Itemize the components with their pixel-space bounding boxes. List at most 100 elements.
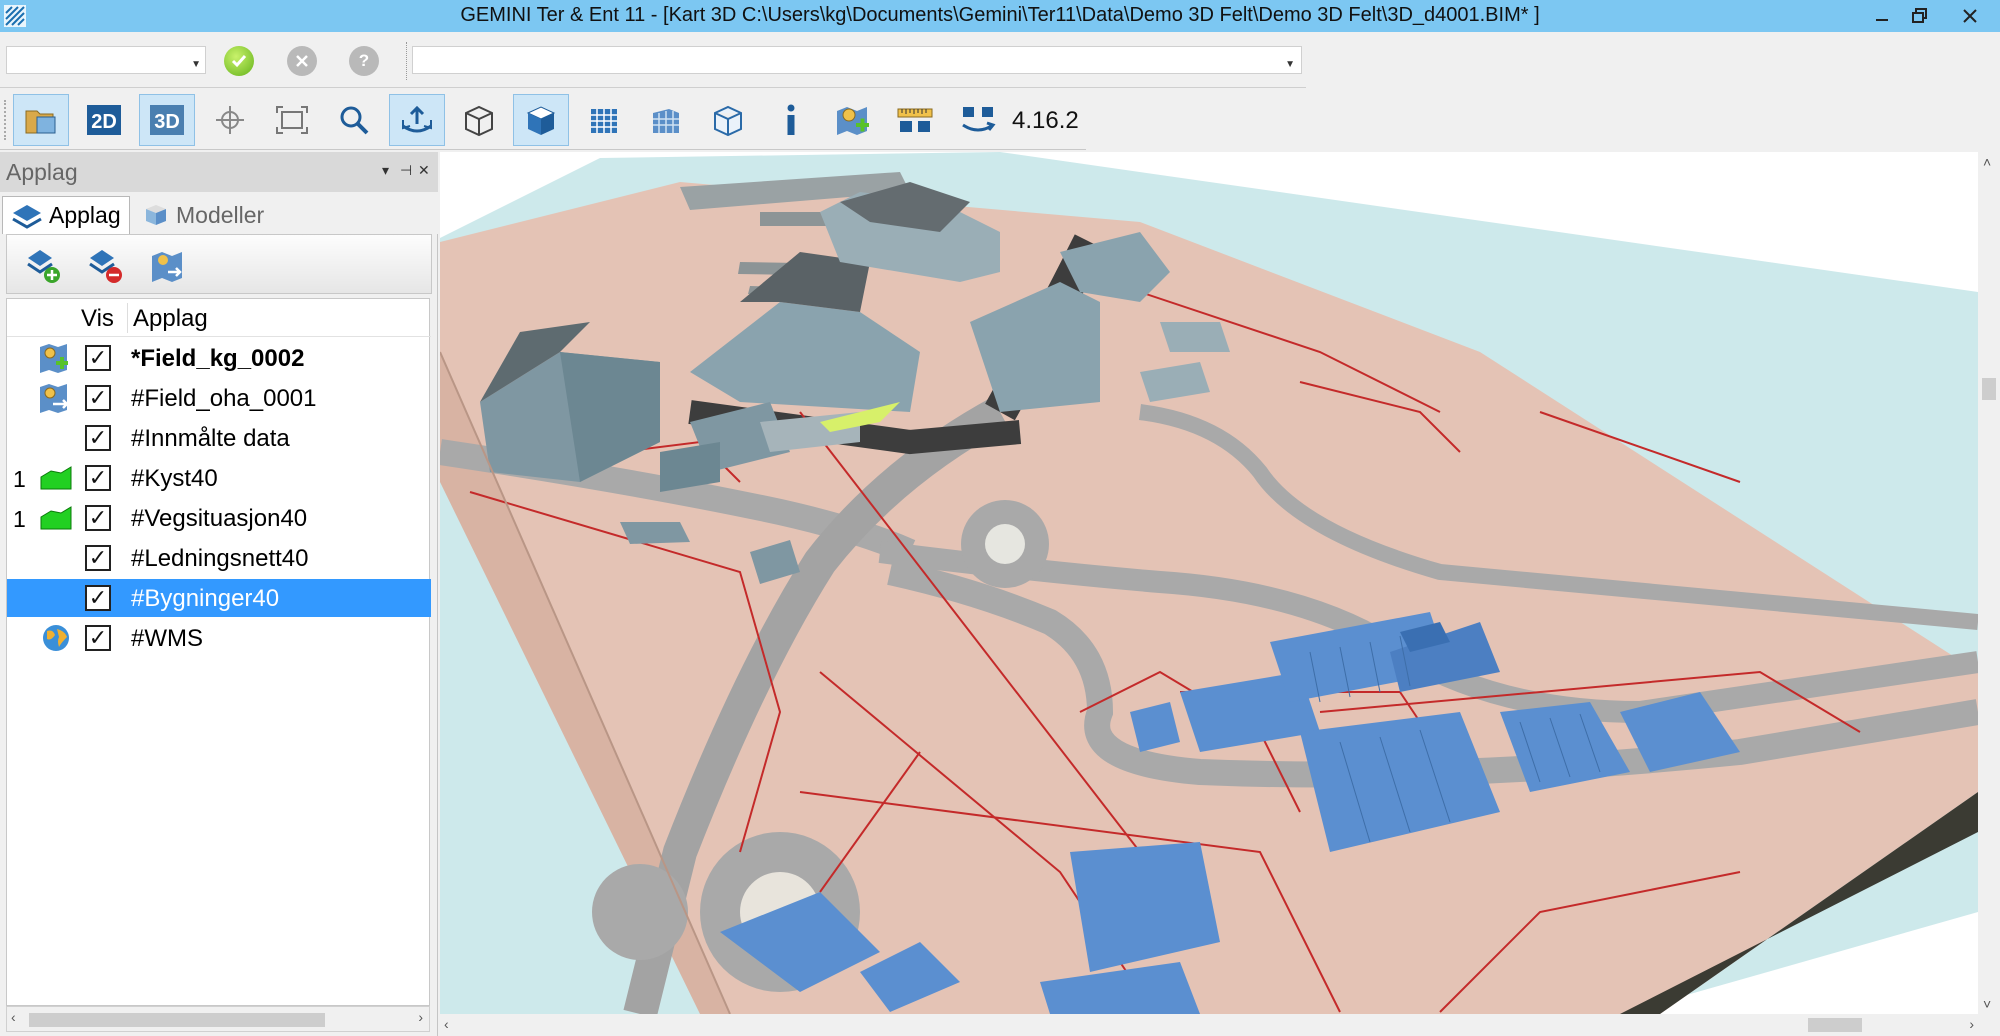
panel-title: Applag [6, 159, 78, 185]
scroll-right-icon[interactable]: › [418, 1009, 423, 1025]
visibility-checkbox[interactable]: ✓ [85, 425, 111, 451]
layer-list: Vis Applag ✓ *Field_kg_0002 ✓ #Field_oha… [6, 298, 431, 1006]
layer-panel: Applag ▾ ⊣ ✕ Applag Modeller Vis Applag … [0, 152, 438, 1036]
layer-properties-button[interactable] [149, 247, 187, 285]
field-link-icon [40, 384, 69, 413]
rotate-view-button[interactable] [389, 94, 445, 146]
swap-level-button[interactable] [950, 94, 1006, 146]
layer-add-icon [27, 250, 60, 283]
map-horizontal-scrollbar[interactable]: ‹ › [440, 1014, 2000, 1036]
title-bar: GEMINI Ter & Ent 11 - [Kart 3D C:\Users\… [0, 0, 2000, 32]
view-2d-button[interactable]: 2D [76, 94, 132, 146]
add-layer-button[interactable] [25, 247, 63, 285]
building-grid-icon [591, 109, 617, 133]
scroll-left-icon[interactable]: ‹ [444, 1016, 449, 1032]
box-outline-button[interactable] [700, 94, 756, 146]
visibility-checkbox[interactable]: ✓ [85, 585, 111, 611]
layer-row[interactable]: 1 ✓ #Vegsituasjon40 [7, 499, 431, 537]
toolbar-grip[interactable] [4, 100, 8, 140]
map-pin-add-icon [837, 107, 869, 135]
layer-number: 1 [13, 506, 26, 532]
map-canvas[interactable] [440, 152, 1978, 1014]
layer-row[interactable]: ✓ #WMS [7, 619, 431, 657]
tab-modeller[interactable]: Modeller [134, 196, 272, 234]
window-title: GEMINI Ter & Ent 11 - [Kart 3D C:\Users\… [460, 4, 1540, 26]
center-button[interactable] [202, 94, 258, 146]
view-3d-button[interactable]: 3D [139, 94, 195, 146]
add-field-layer-button[interactable] [825, 94, 881, 146]
layer-name: #Kyst40 [131, 465, 218, 492]
zoom-button[interactable] [326, 94, 382, 146]
visibility-checkbox[interactable]: ✓ [85, 345, 111, 371]
zoom-extent-icon [276, 106, 308, 134]
column-name[interactable]: Applag [133, 305, 208, 333]
divider [406, 42, 408, 80]
close-button[interactable] [1940, 0, 2000, 32]
visibility-checkbox[interactable]: ✓ [85, 385, 111, 411]
field-edit-icon [40, 344, 68, 373]
tab-applag[interactable]: Applag [2, 196, 130, 234]
cancel-button[interactable] [287, 46, 317, 76]
column-divider[interactable] [127, 303, 128, 333]
version-label: 4.16.2 [1012, 107, 1079, 134]
info-icon [787, 104, 795, 135]
crosshair-icon [216, 106, 244, 134]
layer-row-selected[interactable]: ✓ #Bygninger40 [7, 579, 431, 617]
scroll-right-icon[interactable]: › [1969, 1016, 1974, 1032]
command-bar: ▼ ? ▼ [0, 32, 1306, 88]
pin-icon[interactable]: ⊣ [400, 162, 412, 179]
map-3d-view[interactable]: ˄ ˅ ‹ › [440, 152, 2000, 1036]
info-button[interactable] [763, 94, 819, 146]
panel-menu-icon[interactable]: ▾ [382, 162, 389, 179]
roundabout [592, 864, 688, 960]
horizontal-scrollbar[interactable]: ‹ › [6, 1006, 430, 1032]
minimize-icon [1876, 19, 1888, 21]
cube-solid-icon [526, 106, 556, 135]
tab-modeller-label: Modeller [176, 201, 265, 228]
remove-layer-button[interactable] [87, 247, 125, 285]
command-combo[interactable]: ▼ [6, 46, 206, 74]
close-icon[interactable]: ✕ [418, 162, 430, 179]
solid-box-button[interactable] [513, 94, 569, 146]
visibility-checkbox[interactable]: ✓ [85, 465, 111, 491]
layer-name: #WMS [131, 625, 203, 652]
layer-name: *Field_kg_0002 [131, 345, 305, 372]
map-vertical-scrollbar[interactable]: ˄ ˅ [1978, 152, 2000, 1014]
scroll-up-icon[interactable]: ˄ [1983, 154, 1991, 170]
layer-row[interactable]: ✓ #Ledningsnett40 [7, 539, 431, 577]
building-3d-button[interactable] [638, 94, 694, 146]
scroll-down-icon[interactable]: ˅ [1983, 996, 1991, 1012]
open-folder-button[interactable] [13, 94, 69, 146]
building-grid-button[interactable] [576, 94, 632, 146]
dropdown-arrow-icon[interactable]: ▼ [191, 59, 201, 70]
measure-button[interactable] [887, 94, 943, 146]
dropdown-arrow-icon[interactable]: ▼ [1285, 59, 1295, 70]
scroll-thumb[interactable] [29, 1013, 325, 1027]
scroll-thumb[interactable] [1808, 1018, 1862, 1032]
wireframe-box-button[interactable] [451, 94, 507, 146]
visibility-checkbox[interactable]: ✓ [85, 625, 111, 651]
visibility-checkbox[interactable]: ✓ [85, 545, 111, 571]
layer-row[interactable]: ✓ #Field_oha_0001 [7, 379, 431, 417]
confirm-button[interactable] [224, 46, 254, 76]
visibility-checkbox[interactable]: ✓ [85, 505, 111, 531]
zoom-extent-button[interactable] [264, 94, 320, 146]
command-input[interactable]: ▼ [412, 46, 1302, 74]
layer-remove-icon [89, 250, 122, 283]
terrain-green-icon [40, 466, 72, 490]
layer-row[interactable]: ✓ #Innmålte data [7, 419, 431, 457]
building-3d-icon [653, 109, 679, 133]
question-icon: ? [358, 51, 370, 70]
column-vis[interactable]: Vis [81, 305, 114, 333]
restore-button[interactable] [1898, 0, 1942, 32]
layer-row[interactable]: ✓ *Field_kg_0002 [7, 339, 431, 377]
btn-2d-label: 2D [91, 111, 117, 133]
rotate-icon [402, 105, 432, 133]
main-toolbar: 2D 3D 4.16.2 [0, 90, 1086, 150]
box-outline-icon [714, 105, 742, 137]
scroll-left-icon[interactable]: ‹ [11, 1009, 16, 1025]
help-button[interactable]: ? [349, 46, 379, 76]
layers-icon [12, 204, 42, 229]
layer-row[interactable]: 1 ✓ #Kyst40 [7, 459, 431, 497]
scroll-thumb[interactable] [1982, 378, 1996, 400]
